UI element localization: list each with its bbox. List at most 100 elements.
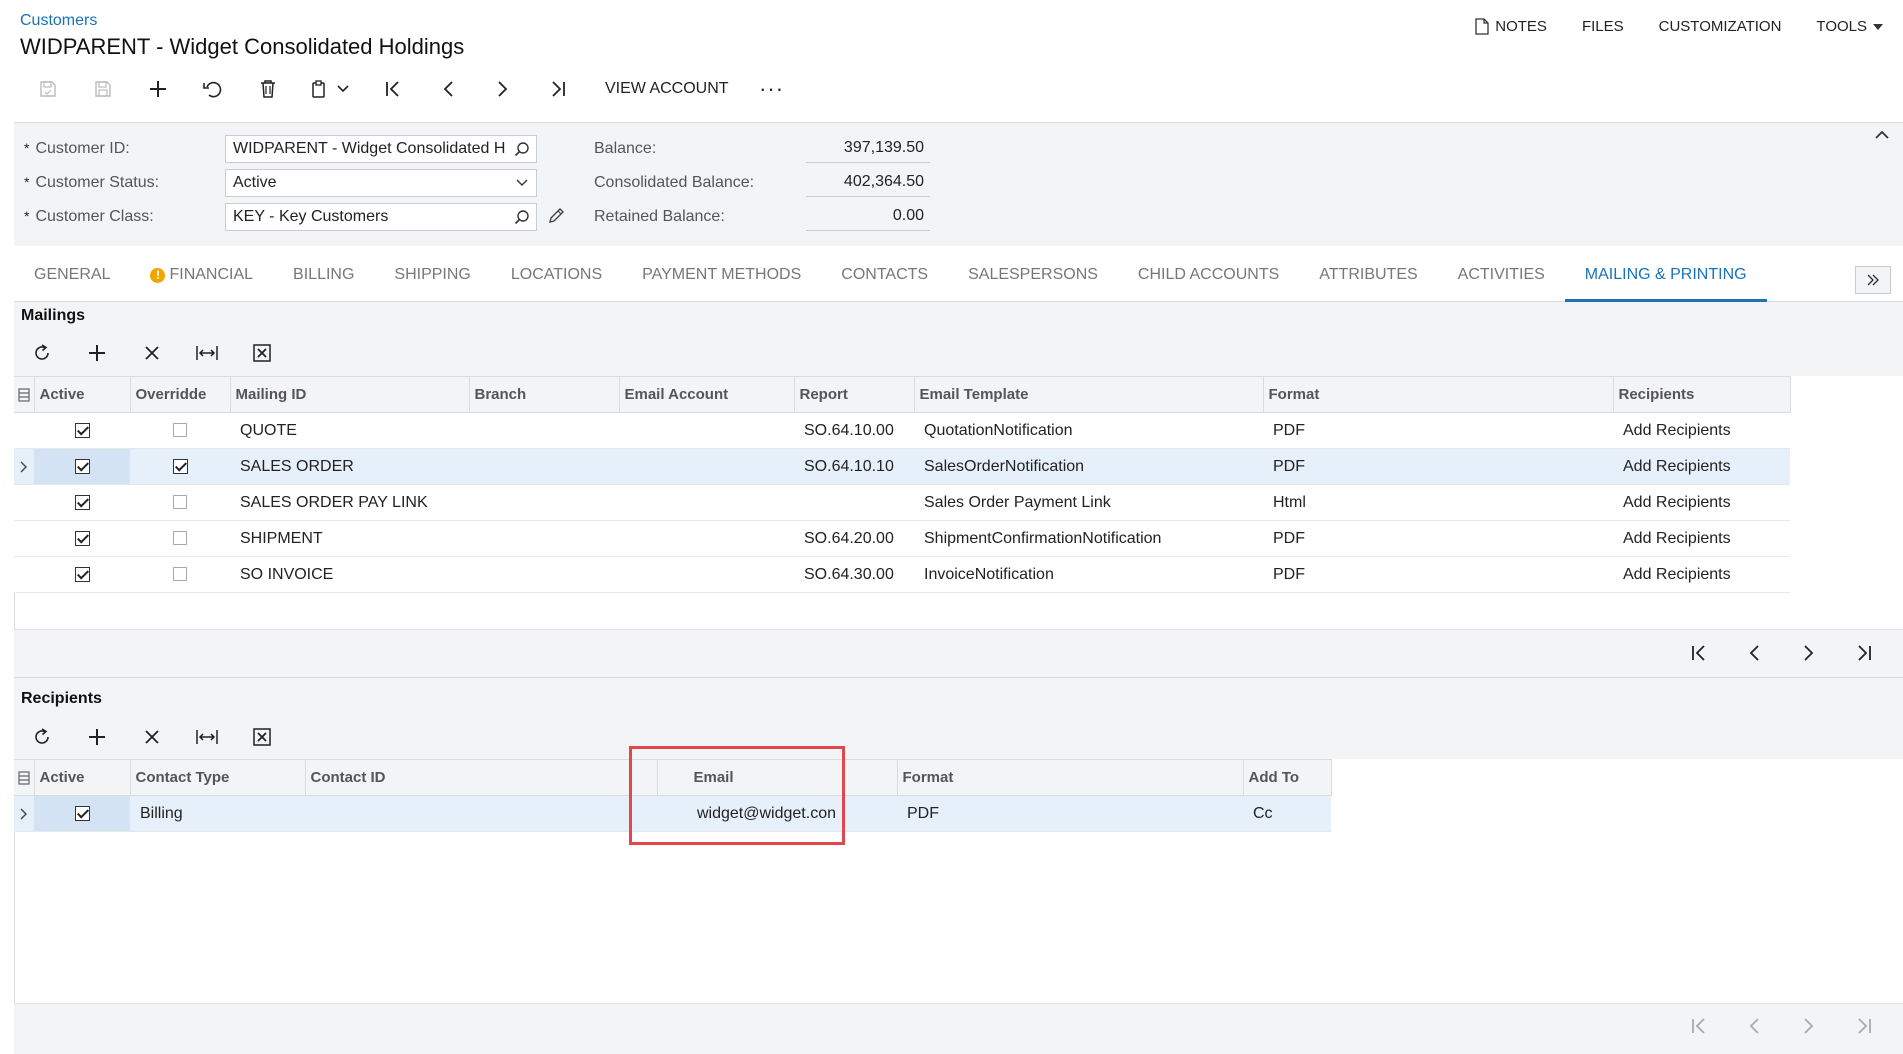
format-cell[interactable]: PDF — [897, 795, 1243, 832]
first-page-button[interactable] — [1671, 636, 1726, 670]
customization-button[interactable]: CUSTOMIZATION — [1659, 18, 1782, 35]
previous-page-button[interactable] — [1726, 636, 1781, 670]
template-cell[interactable]: SalesOrderNotification — [914, 448, 1263, 485]
email-account-cell[interactable] — [619, 556, 794, 593]
first-record-button[interactable] — [365, 72, 420, 106]
mailing-id-cell[interactable]: SO INVOICE — [230, 556, 469, 593]
active-checkbox[interactable] — [34, 520, 130, 557]
template-cell[interactable]: Sales Order Payment Link — [914, 484, 1263, 521]
contact-type-cell[interactable]: Billing — [130, 795, 305, 832]
recipients-link[interactable]: Add Recipients — [1613, 556, 1790, 593]
format-cell[interactable]: Html — [1263, 484, 1613, 521]
table-row[interactable]: QUOTE SO.64.10.00 QuotationNotification … — [14, 412, 1790, 449]
save-close-button[interactable] — [20, 72, 75, 106]
tab-attributes[interactable]: ATTRIBUTES — [1299, 254, 1437, 302]
col-active[interactable]: Active — [34, 376, 131, 413]
mailing-id-cell[interactable]: SHIPMENT — [230, 520, 469, 557]
active-checkbox[interactable] — [34, 484, 130, 521]
tab-locations[interactable]: LOCATIONS — [491, 254, 622, 302]
tab-contacts[interactable]: CONTACTS — [821, 254, 948, 302]
table-row[interactable]: SALES ORDER PAY LINK Sales Order Payment… — [14, 484, 1790, 521]
copy-paste-dropdown[interactable] — [295, 72, 365, 106]
add-to-cell[interactable]: Cc — [1243, 795, 1331, 832]
col-contact-type[interactable]: Contact Type — [130, 759, 306, 796]
customer-id-field[interactable]: WIDPARENT - Widget Consolidated H — [225, 135, 537, 163]
format-cell[interactable]: PDF — [1263, 520, 1613, 557]
email-cell[interactable]: widget@widget.con — [657, 795, 897, 832]
report-cell[interactable]: SO.64.30.00 — [794, 556, 914, 593]
col-email-account[interactable]: Email Account — [619, 376, 795, 413]
active-checkbox[interactable] — [34, 448, 130, 485]
export-excel-button[interactable] — [234, 720, 289, 754]
recipients-link[interactable]: Add Recipients — [1613, 412, 1790, 449]
search-icon[interactable] — [514, 209, 530, 225]
add-row-button[interactable] — [69, 336, 124, 370]
template-cell[interactable]: InvoiceNotification — [914, 556, 1263, 593]
format-cell[interactable]: PDF — [1263, 448, 1613, 485]
report-cell[interactable] — [794, 484, 914, 521]
row-selector-icon[interactable] — [14, 376, 35, 413]
mailing-id-cell[interactable]: QUOTE — [230, 412, 469, 449]
previous-page-button[interactable] — [1726, 1009, 1781, 1043]
tab-shipping[interactable]: SHIPPING — [374, 254, 490, 302]
add-row-button[interactable] — [69, 720, 124, 754]
email-account-cell[interactable] — [619, 448, 794, 485]
first-page-button[interactable] — [1671, 1009, 1726, 1043]
override-checkbox[interactable] — [130, 412, 230, 449]
contact-id-cell[interactable] — [305, 795, 657, 832]
table-row[interactable]: SALES ORDER SO.64.10.10 SalesOrderNotifi… — [14, 448, 1790, 485]
customer-status-select[interactable]: Active — [225, 169, 537, 197]
report-cell[interactable]: SO.64.20.00 — [794, 520, 914, 557]
mailing-id-cell[interactable]: SALES ORDER — [230, 448, 469, 485]
tools-button[interactable]: TOOLS — [1816, 18, 1883, 35]
email-account-cell[interactable] — [619, 520, 794, 557]
view-account-button[interactable]: VIEW ACCOUNT — [585, 72, 747, 106]
col-format[interactable]: Format — [897, 759, 1244, 796]
tab-child-accounts[interactable]: CHILD ACCOUNTS — [1118, 254, 1299, 302]
refresh-button[interactable] — [14, 720, 69, 754]
email-account-cell[interactable] — [619, 412, 794, 449]
table-row[interactable]: SHIPMENT SO.64.20.00 ShipmentConfirmatio… — [14, 520, 1790, 557]
last-page-button[interactable] — [1836, 1009, 1891, 1043]
tab-mailing-printing[interactable]: MAILING & PRINTING — [1564, 254, 1767, 302]
template-cell[interactable]: QuotationNotification — [914, 412, 1263, 449]
row-selector-icon[interactable] — [14, 759, 35, 796]
col-add-to[interactable]: Add To — [1243, 759, 1332, 796]
tab-billing[interactable]: BILLING — [273, 254, 374, 302]
format-cell[interactable]: PDF — [1263, 556, 1613, 593]
report-cell[interactable]: SO.64.10.10 — [794, 448, 914, 485]
email-account-cell[interactable] — [619, 484, 794, 521]
collapse-panel-button[interactable] — [1875, 130, 1889, 139]
table-row[interactable]: Billing widget@widget.con PDF Cc — [14, 795, 1331, 832]
branch-cell[interactable] — [469, 520, 619, 557]
col-active[interactable]: Active — [34, 759, 131, 796]
active-checkbox[interactable] — [34, 412, 130, 449]
recipients-link[interactable]: Add Recipients — [1613, 448, 1790, 485]
add-button[interactable] — [130, 72, 185, 106]
branch-cell[interactable] — [469, 412, 619, 449]
branch-cell[interactable] — [469, 556, 619, 593]
more-tabs-button[interactable] — [1855, 266, 1891, 294]
report-cell[interactable]: SO.64.10.00 — [794, 412, 914, 449]
last-page-button[interactable] — [1836, 636, 1891, 670]
format-cell[interactable]: PDF — [1263, 412, 1613, 449]
save-button[interactable] — [75, 72, 130, 106]
customer-class-field[interactable]: KEY - Key Customers — [225, 203, 537, 231]
col-email-template[interactable]: Email Template — [914, 376, 1264, 413]
refresh-button[interactable] — [14, 336, 69, 370]
recipients-link[interactable]: Add Recipients — [1613, 520, 1790, 557]
fit-columns-button[interactable] — [179, 336, 234, 370]
edit-pencil-icon[interactable] — [547, 207, 565, 225]
tab-salespersons[interactable]: SALESPERSONS — [948, 254, 1118, 302]
tab-activities[interactable]: ACTIVITIES — [1438, 254, 1565, 302]
next-page-button[interactable] — [1781, 636, 1836, 670]
recipients-link[interactable]: Add Recipients — [1613, 484, 1790, 521]
files-button[interactable]: FILES — [1582, 18, 1624, 35]
override-checkbox[interactable] — [130, 448, 230, 485]
undo-button[interactable] — [185, 72, 240, 106]
next-page-button[interactable] — [1781, 1009, 1836, 1043]
override-checkbox[interactable] — [130, 484, 230, 521]
col-format[interactable]: Format — [1263, 376, 1614, 413]
mailing-id-cell[interactable]: SALES ORDER PAY LINK — [230, 484, 469, 521]
col-email[interactable]: Email — [657, 759, 898, 796]
